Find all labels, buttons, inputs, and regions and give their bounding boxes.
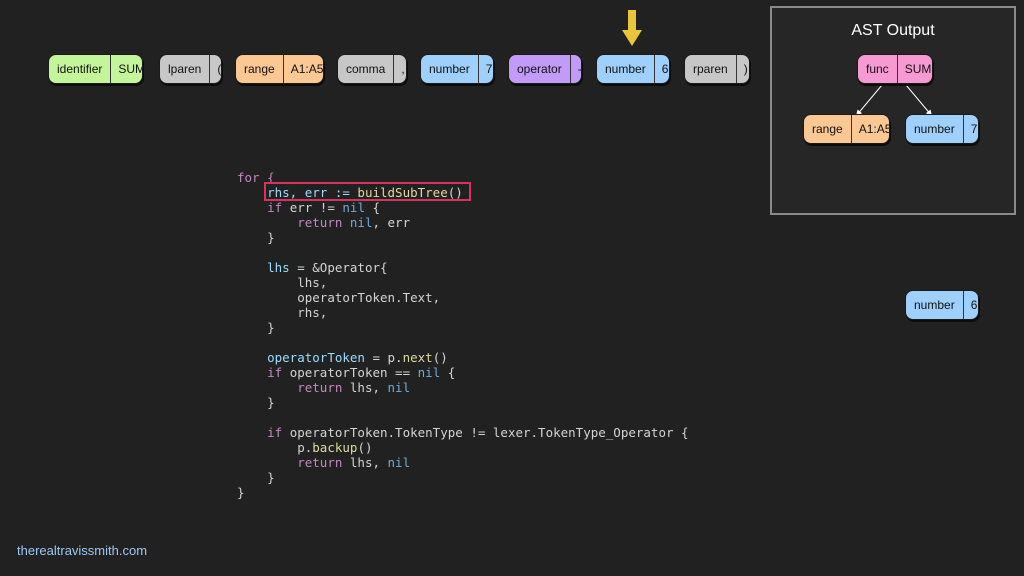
token-type: rparen bbox=[685, 55, 737, 83]
token-value: 7 bbox=[485, 62, 493, 76]
token-range: range A1:A5 bbox=[235, 54, 324, 84]
token-lparen: lparen ( bbox=[159, 54, 222, 84]
token-operator: operator - bbox=[508, 54, 582, 84]
ast-root-node: func SUM bbox=[857, 54, 933, 84]
pending-number-node: number 6 bbox=[905, 290, 979, 320]
ast-edge-right bbox=[905, 84, 933, 117]
token-value: 6 bbox=[661, 62, 669, 76]
code-highlight-box bbox=[264, 182, 471, 201]
ast-child-number: number 7 bbox=[905, 114, 979, 144]
token-type: comma bbox=[338, 55, 395, 83]
node-type: number bbox=[906, 291, 964, 319]
token-type: identifier bbox=[49, 55, 112, 83]
down-arrow-icon bbox=[622, 10, 642, 46]
token-value: - bbox=[577, 62, 582, 76]
node-value: 7 bbox=[970, 122, 978, 136]
token-rparen: rparen ) bbox=[684, 54, 750, 84]
token-identifier: identifier SUM bbox=[48, 54, 143, 84]
ast-edge-left bbox=[855, 84, 883, 117]
ast-child-range: range A1:A5 bbox=[803, 114, 890, 144]
token-value: SUM bbox=[118, 62, 143, 76]
token-value: ( bbox=[217, 62, 222, 76]
ast-output-panel: AST Output func SUM range A1:A5 number 7 bbox=[770, 6, 1016, 215]
node-value: A1:A5 bbox=[858, 122, 890, 136]
token-value: A1:A5 bbox=[290, 62, 324, 76]
token-type: range bbox=[236, 55, 284, 83]
token-number: number 7 bbox=[420, 54, 494, 84]
code-block: for { rhs, err := buildSubTree() if err … bbox=[237, 170, 689, 500]
token-type: lparen bbox=[160, 55, 211, 83]
token-number-current: number 6 bbox=[596, 54, 670, 84]
token-type: number bbox=[421, 55, 479, 83]
node-type: func bbox=[858, 55, 898, 83]
token-type: operator bbox=[509, 55, 571, 83]
token-value: , bbox=[401, 62, 405, 76]
token-comma: comma , bbox=[337, 54, 407, 84]
token-type: number bbox=[597, 55, 655, 83]
token-value: ) bbox=[743, 62, 748, 76]
node-type: range bbox=[804, 115, 852, 143]
node-value: 6 bbox=[970, 298, 978, 312]
node-type: number bbox=[906, 115, 964, 143]
footer-credit: therealtravissmith.com bbox=[17, 543, 148, 558]
node-value: SUM bbox=[904, 62, 932, 76]
ast-edges bbox=[855, 84, 933, 117]
